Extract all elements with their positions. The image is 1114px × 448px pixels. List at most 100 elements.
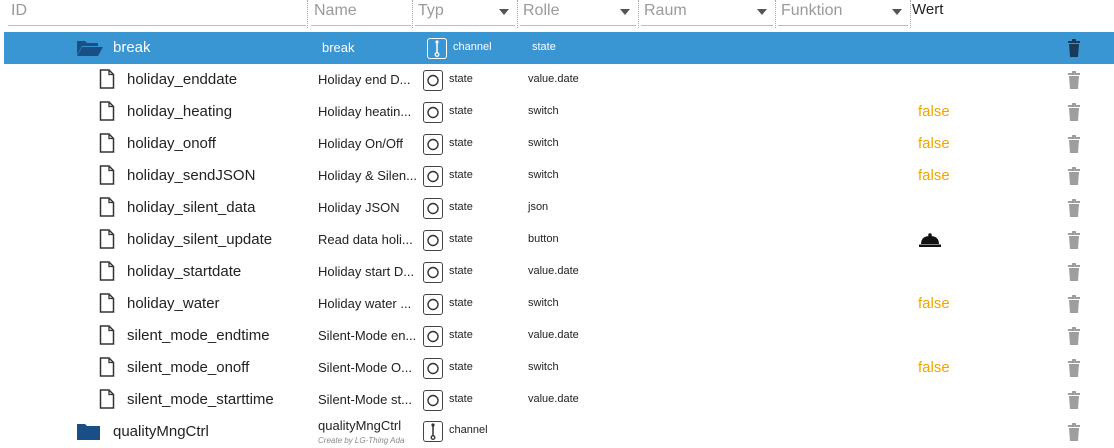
column-divider[interactable]	[307, 0, 308, 28]
state-type-icon	[423, 390, 443, 411]
row-value[interactable]: false	[918, 135, 950, 152]
tree-row-holiday_heating[interactable]: holiday_heating Holiday heatin... state swi…	[0, 96, 1114, 128]
trash-icon[interactable]	[1067, 231, 1081, 254]
state-type-icon	[423, 134, 443, 155]
row-role: button	[528, 233, 559, 245]
trash-icon[interactable]	[1067, 199, 1081, 222]
row-id: break	[113, 39, 151, 56]
folder-icon	[76, 423, 102, 446]
tree-row-holiday_enddate[interactable]: holiday_enddate Holiday end D... state valu…	[0, 64, 1114, 96]
channel-type-icon	[427, 38, 447, 59]
row-name: break	[322, 40, 355, 55]
row-id: holiday_onoff	[127, 135, 216, 152]
column-divider[interactable]	[638, 0, 639, 28]
trash-icon[interactable]	[1067, 135, 1081, 158]
bell-icon[interactable]	[919, 232, 941, 253]
tree-row-holiday_onoff[interactable]: holiday_onoff Holiday On/Off state switch fa…	[0, 128, 1114, 160]
row-type: state	[449, 329, 473, 341]
file-icon	[99, 261, 115, 286]
tree-row-break[interactable]: break break channel state	[4, 32, 1114, 64]
trash-icon[interactable]	[1067, 167, 1081, 190]
row-type: state	[449, 137, 473, 149]
trash-icon[interactable]	[1067, 327, 1081, 350]
name-filter-placeholder: Name	[314, 2, 357, 19]
column-divider[interactable]	[517, 0, 518, 28]
trash-icon[interactable]	[1067, 295, 1081, 318]
row-id: holiday_silent_data	[127, 199, 256, 216]
room-filter-select[interactable]: Raum	[641, 0, 773, 26]
file-icon	[99, 133, 115, 158]
trash-icon[interactable]	[1067, 391, 1081, 414]
row-value[interactable]: false	[918, 167, 950, 184]
file-icon	[99, 197, 115, 222]
function-filter-select[interactable]: Funktion	[778, 0, 908, 26]
row-id: qualityMngCtrl	[113, 423, 209, 440]
file-icon	[99, 389, 115, 414]
row-role: switch	[528, 137, 559, 149]
trash-icon[interactable]	[1067, 423, 1081, 446]
name-filter-input[interactable]: Name	[311, 0, 411, 26]
row-id: silent_mode_onoff	[127, 359, 250, 376]
trash-icon[interactable]	[1067, 39, 1081, 62]
trash-icon[interactable]	[1067, 263, 1081, 286]
row-name: Read data holi...	[318, 232, 413, 247]
tree-row-holiday_water[interactable]: holiday_water Holiday water ... state switc…	[0, 288, 1114, 320]
file-icon	[99, 293, 115, 318]
row-id: holiday_water	[127, 295, 220, 312]
tree-row-holiday_startdate[interactable]: holiday_startdate Holiday start D... state…	[0, 256, 1114, 288]
state-type-icon	[423, 294, 443, 315]
chevron-down-icon	[757, 9, 767, 15]
file-icon	[99, 357, 115, 382]
row-role: switch	[528, 297, 559, 309]
row-role: switch	[528, 361, 559, 373]
row-id: holiday_enddate	[127, 71, 238, 88]
trash-icon[interactable]	[1067, 103, 1081, 126]
row-type: state	[449, 105, 473, 117]
file-icon	[99, 325, 115, 350]
row-type: state	[449, 265, 473, 277]
row-role: json	[528, 201, 549, 213]
trash-icon[interactable]	[1067, 359, 1081, 382]
state-type-icon	[423, 326, 443, 347]
trash-icon[interactable]	[1067, 71, 1081, 94]
type-filter-select[interactable]: Typ	[415, 0, 515, 26]
row-type: state	[449, 169, 473, 181]
row-name: Holiday end D...	[318, 72, 411, 87]
row-type: channel	[453, 41, 492, 53]
tree-row-silent_mode_endtime[interactable]: silent_mode_endtime Silent-Mode en... stat…	[0, 320, 1114, 352]
state-type-icon	[423, 230, 443, 251]
tree-row-silent_mode_onoff[interactable]: silent_mode_onoff Silent-Mode O... state sw…	[0, 352, 1114, 384]
row-value[interactable]: false	[918, 359, 950, 376]
column-divider[interactable]	[775, 0, 776, 28]
row-id: holiday_heating	[127, 103, 233, 120]
state-type-icon	[423, 262, 443, 283]
type-filter-label: Typ	[418, 2, 444, 19]
tree-row-holiday_silent_data[interactable]: holiday_silent_data Holiday JSON state json	[0, 192, 1114, 224]
file-icon	[99, 69, 115, 94]
row-type: state	[449, 73, 473, 85]
row-name: Silent-Mode O...	[318, 360, 412, 375]
state-type-icon	[423, 166, 443, 187]
row-role: value.date	[528, 73, 579, 85]
tree-row-holiday_sendJSON[interactable]: holiday_sendJSON Holiday & Silen... state s…	[0, 160, 1114, 192]
column-divider[interactable]	[412, 0, 413, 28]
state-type-icon	[423, 70, 443, 91]
column-divider[interactable]	[910, 0, 911, 28]
id-filter-input[interactable]: ID	[8, 0, 306, 26]
chevron-down-icon	[499, 9, 509, 15]
chevron-down-icon	[620, 9, 630, 15]
row-value[interactable]: false	[918, 103, 950, 120]
filter-header: ID Name Typ Rolle Raum Funktion Wert	[0, 0, 1114, 30]
role-filter-select[interactable]: Rolle	[520, 0, 636, 26]
channel-type-icon	[423, 421, 443, 442]
tree-row-holiday_silent_update[interactable]: holiday_silent_update Read data holi... st…	[0, 224, 1114, 256]
row-name: Silent-Mode st...	[318, 392, 412, 407]
row-id: holiday_sendJSON	[127, 167, 256, 184]
row-role: value.date	[528, 265, 579, 277]
tree-row-qualityMngCtrl[interactable]: qualityMngCtrl qualityMngCtrl Create by …	[0, 416, 1114, 448]
tree-row-silent_mode_starttime[interactable]: silent_mode_starttime Silent-Mode st... st…	[0, 384, 1114, 416]
state-type-icon	[423, 198, 443, 219]
row-role: switch	[528, 169, 559, 181]
row-value[interactable]: false	[918, 295, 950, 312]
row-id: holiday_silent_update	[127, 231, 273, 248]
